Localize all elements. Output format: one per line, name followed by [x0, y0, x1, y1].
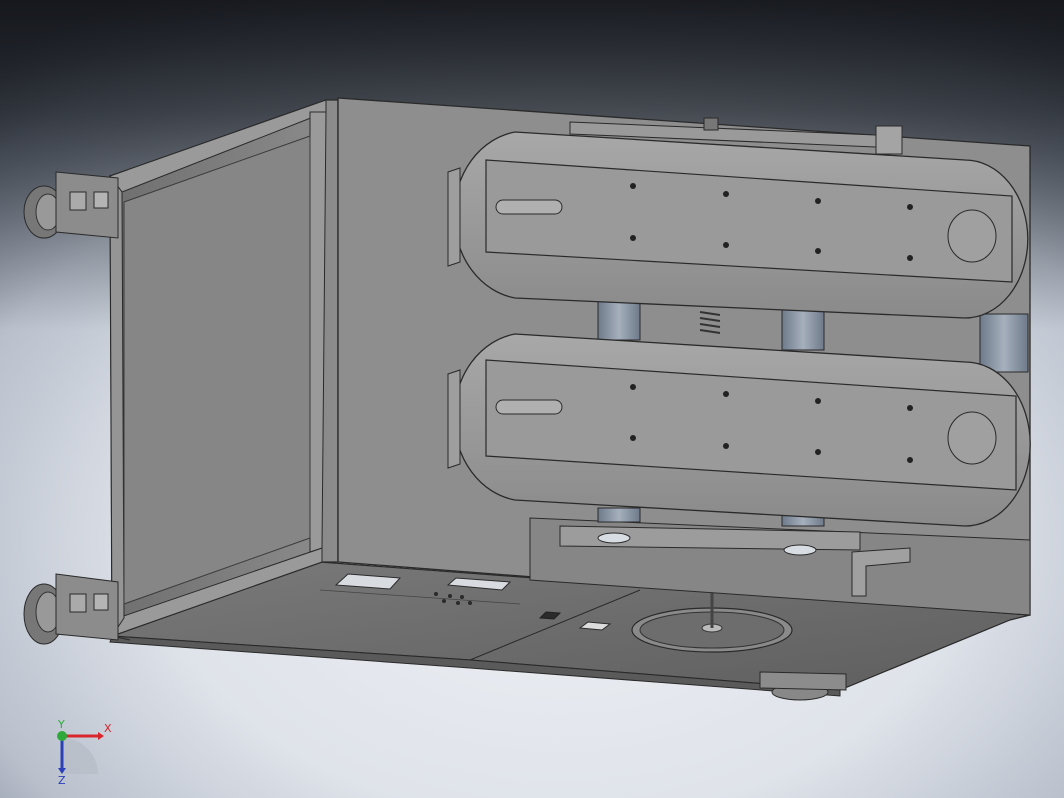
- z-axis-label: Z: [58, 774, 66, 786]
- axis-triad: X Y Z: [57, 718, 112, 786]
- assembly-model[interactable]: [0, 0, 1064, 798]
- upper-belt-module[interactable]: [447, 131, 1029, 319]
- upper-slot: [495, 199, 563, 215]
- y-axis-dot: [57, 731, 67, 741]
- y-axis-label: Y: [57, 718, 65, 731]
- lower-belt-module[interactable]: [447, 333, 1031, 527]
- triad-quadrant: [62, 738, 98, 774]
- caster-bottom-left[interactable]: [23, 573, 119, 645]
- lower-slot: [495, 399, 563, 415]
- left-side-panel[interactable]: [109, 99, 339, 638]
- lower-drive-hub: [947, 411, 997, 465]
- caster-top-left[interactable]: [23, 171, 119, 239]
- upper-drive-hub: [947, 209, 997, 263]
- cad-viewport[interactable]: X Y Z: [0, 0, 1064, 798]
- x-axis-label: X: [104, 722, 112, 735]
